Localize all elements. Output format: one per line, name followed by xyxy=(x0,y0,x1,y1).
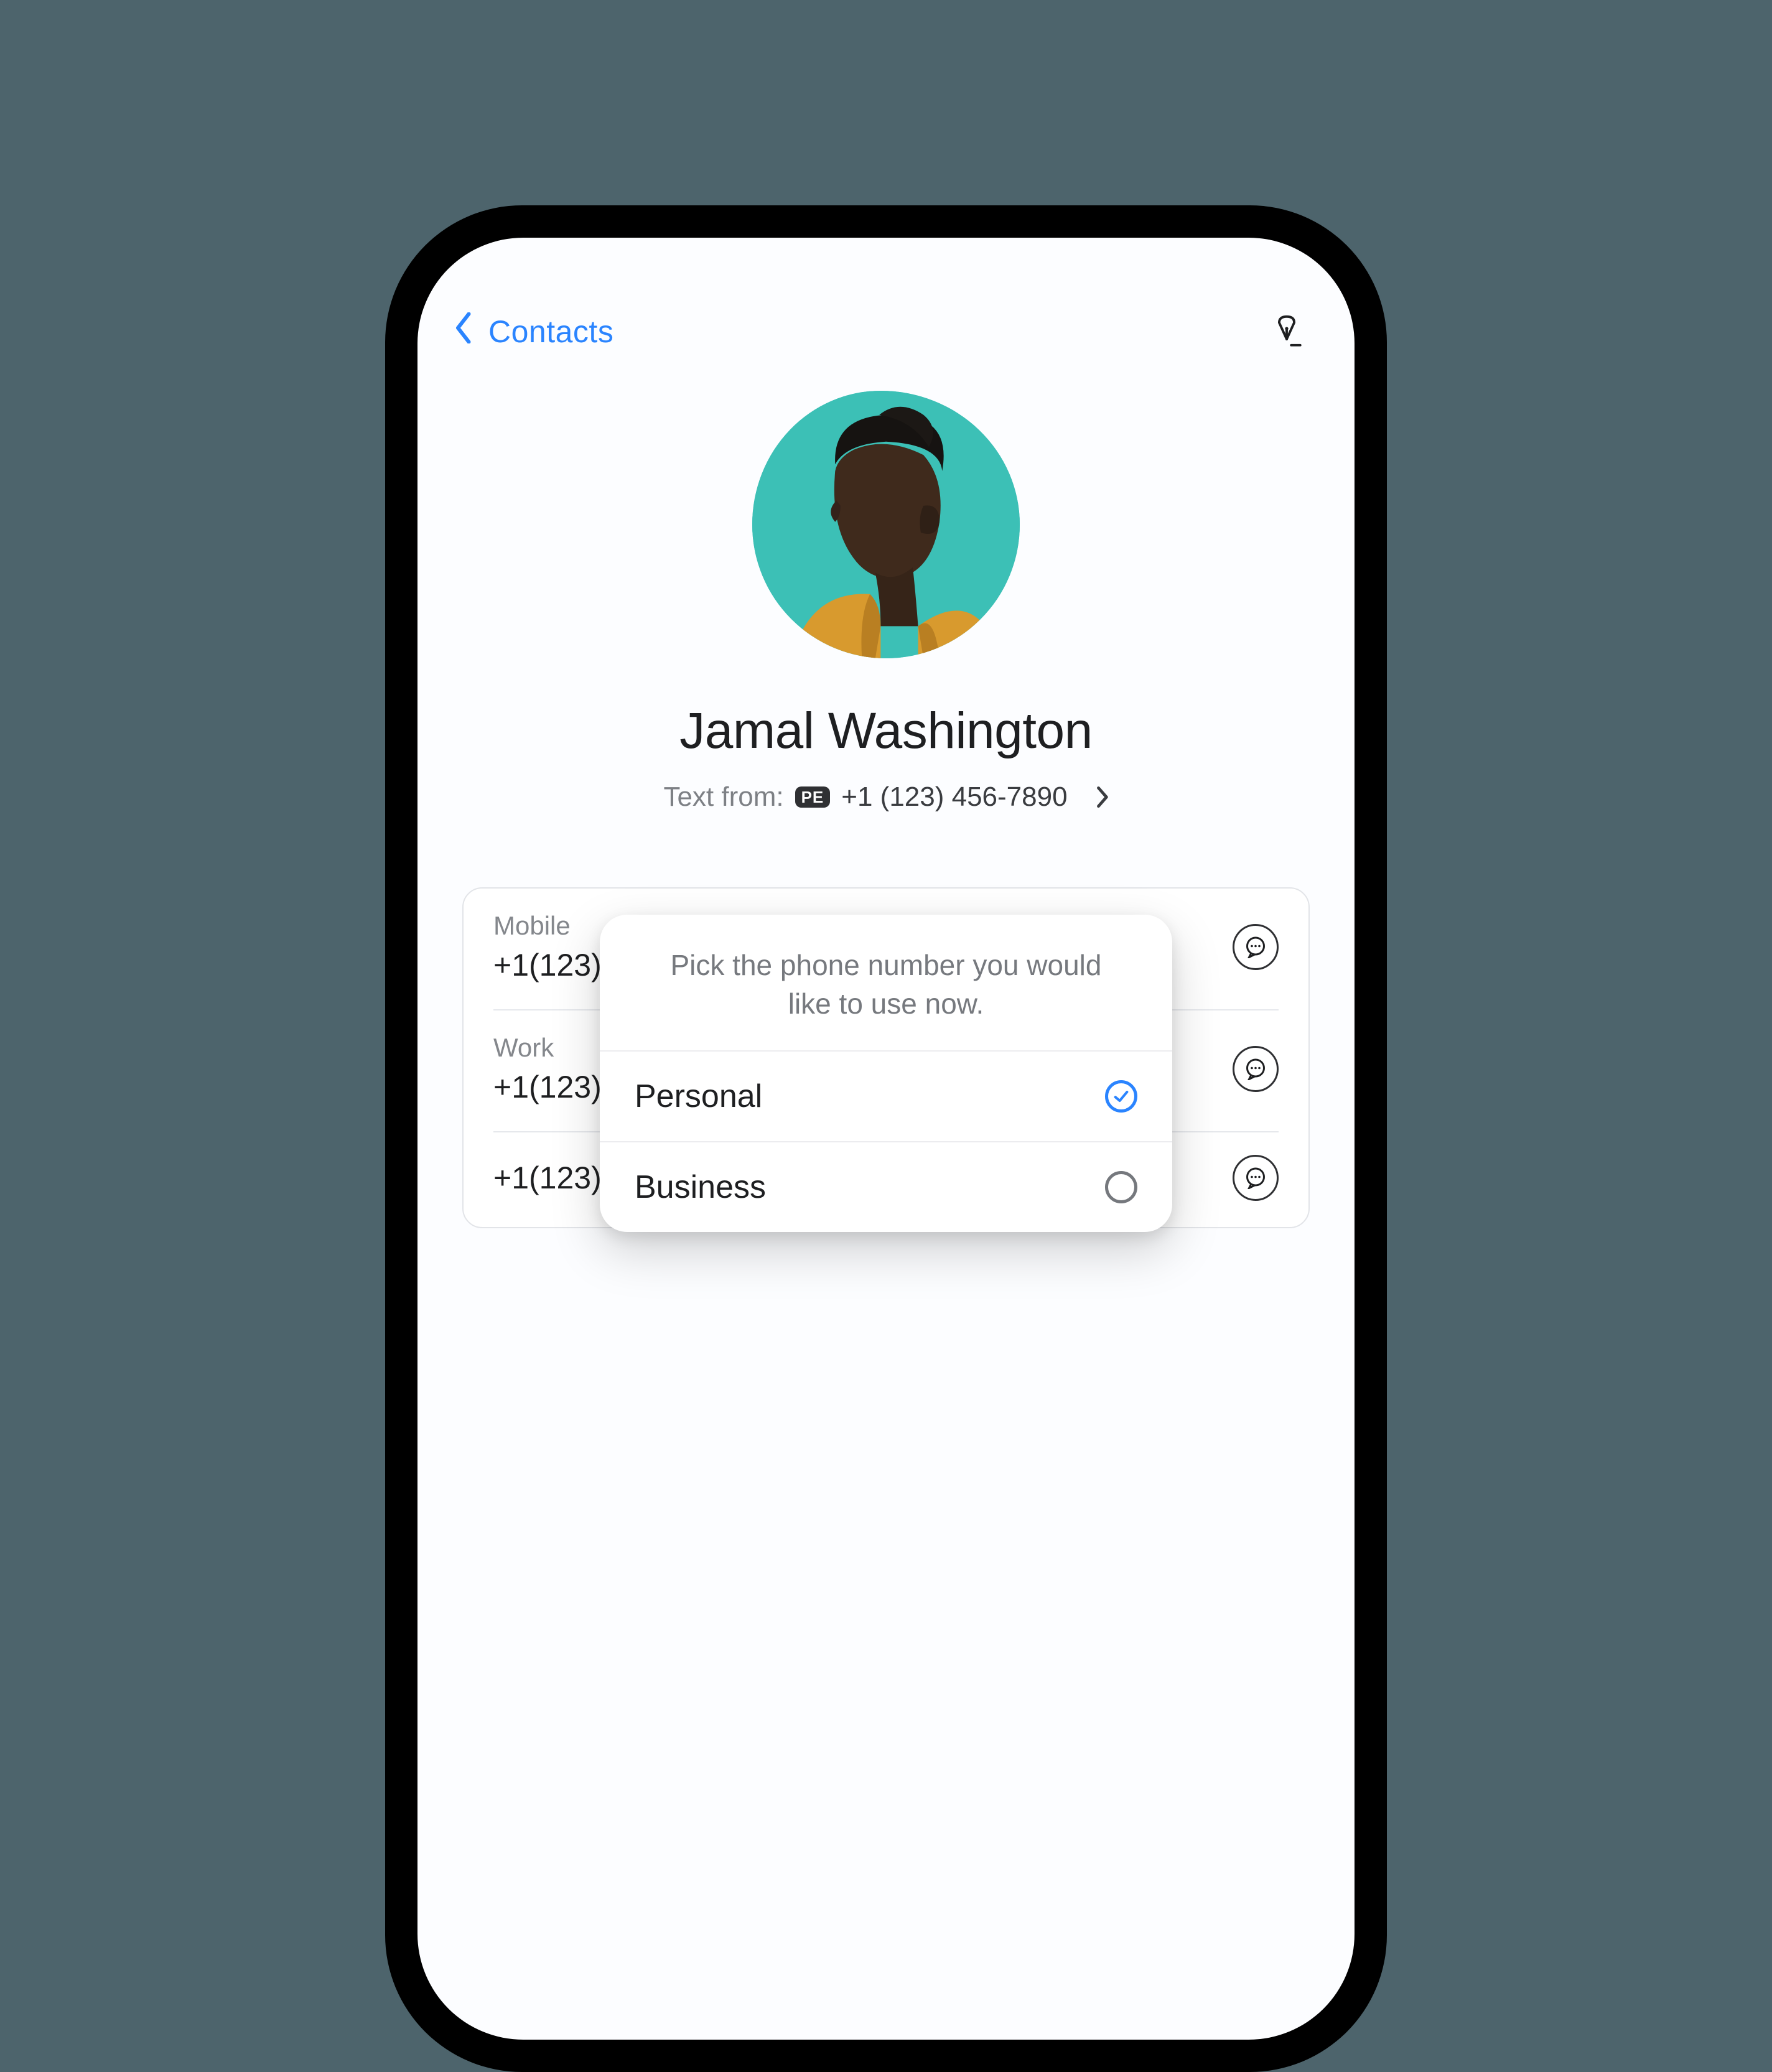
message-icon[interactable] xyxy=(1233,924,1279,970)
phone-screen: Contacts xyxy=(417,238,1355,2040)
chevron-right-icon xyxy=(1095,785,1109,809)
avatar-container xyxy=(417,391,1355,658)
chevron-left-icon xyxy=(455,312,473,351)
text-from-selector[interactable]: Text from: PE +1 (123) 456-7890 xyxy=(417,782,1355,813)
contact-avatar[interactable] xyxy=(752,391,1020,658)
popover-option-personal[interactable]: Personal xyxy=(600,1052,1172,1142)
back-button[interactable]: Contacts xyxy=(455,312,613,351)
option-label: Personal xyxy=(635,1078,762,1115)
popover-option-business[interactable]: Business xyxy=(600,1142,1172,1232)
text-from-number: +1 (123) 456-7890 xyxy=(841,782,1067,813)
message-icon[interactable] xyxy=(1233,1155,1279,1201)
number-picker-popover: Pick the phone number you would like to … xyxy=(600,915,1172,1232)
message-icon[interactable] xyxy=(1233,1046,1279,1092)
line-badge: PE xyxy=(795,786,831,808)
phone-frame: Contacts xyxy=(385,205,1387,2072)
radio-selected-icon xyxy=(1105,1080,1137,1113)
contact-name: Jamal Washington xyxy=(417,702,1355,760)
edit-icon[interactable] xyxy=(1269,314,1305,350)
back-label: Contacts xyxy=(488,314,613,350)
header: Contacts xyxy=(417,238,1355,351)
option-label: Business xyxy=(635,1169,766,1206)
radio-unselected-icon xyxy=(1105,1171,1137,1203)
text-from-label: Text from: xyxy=(663,782,783,813)
popover-hint: Pick the phone number you would like to … xyxy=(600,915,1172,1052)
